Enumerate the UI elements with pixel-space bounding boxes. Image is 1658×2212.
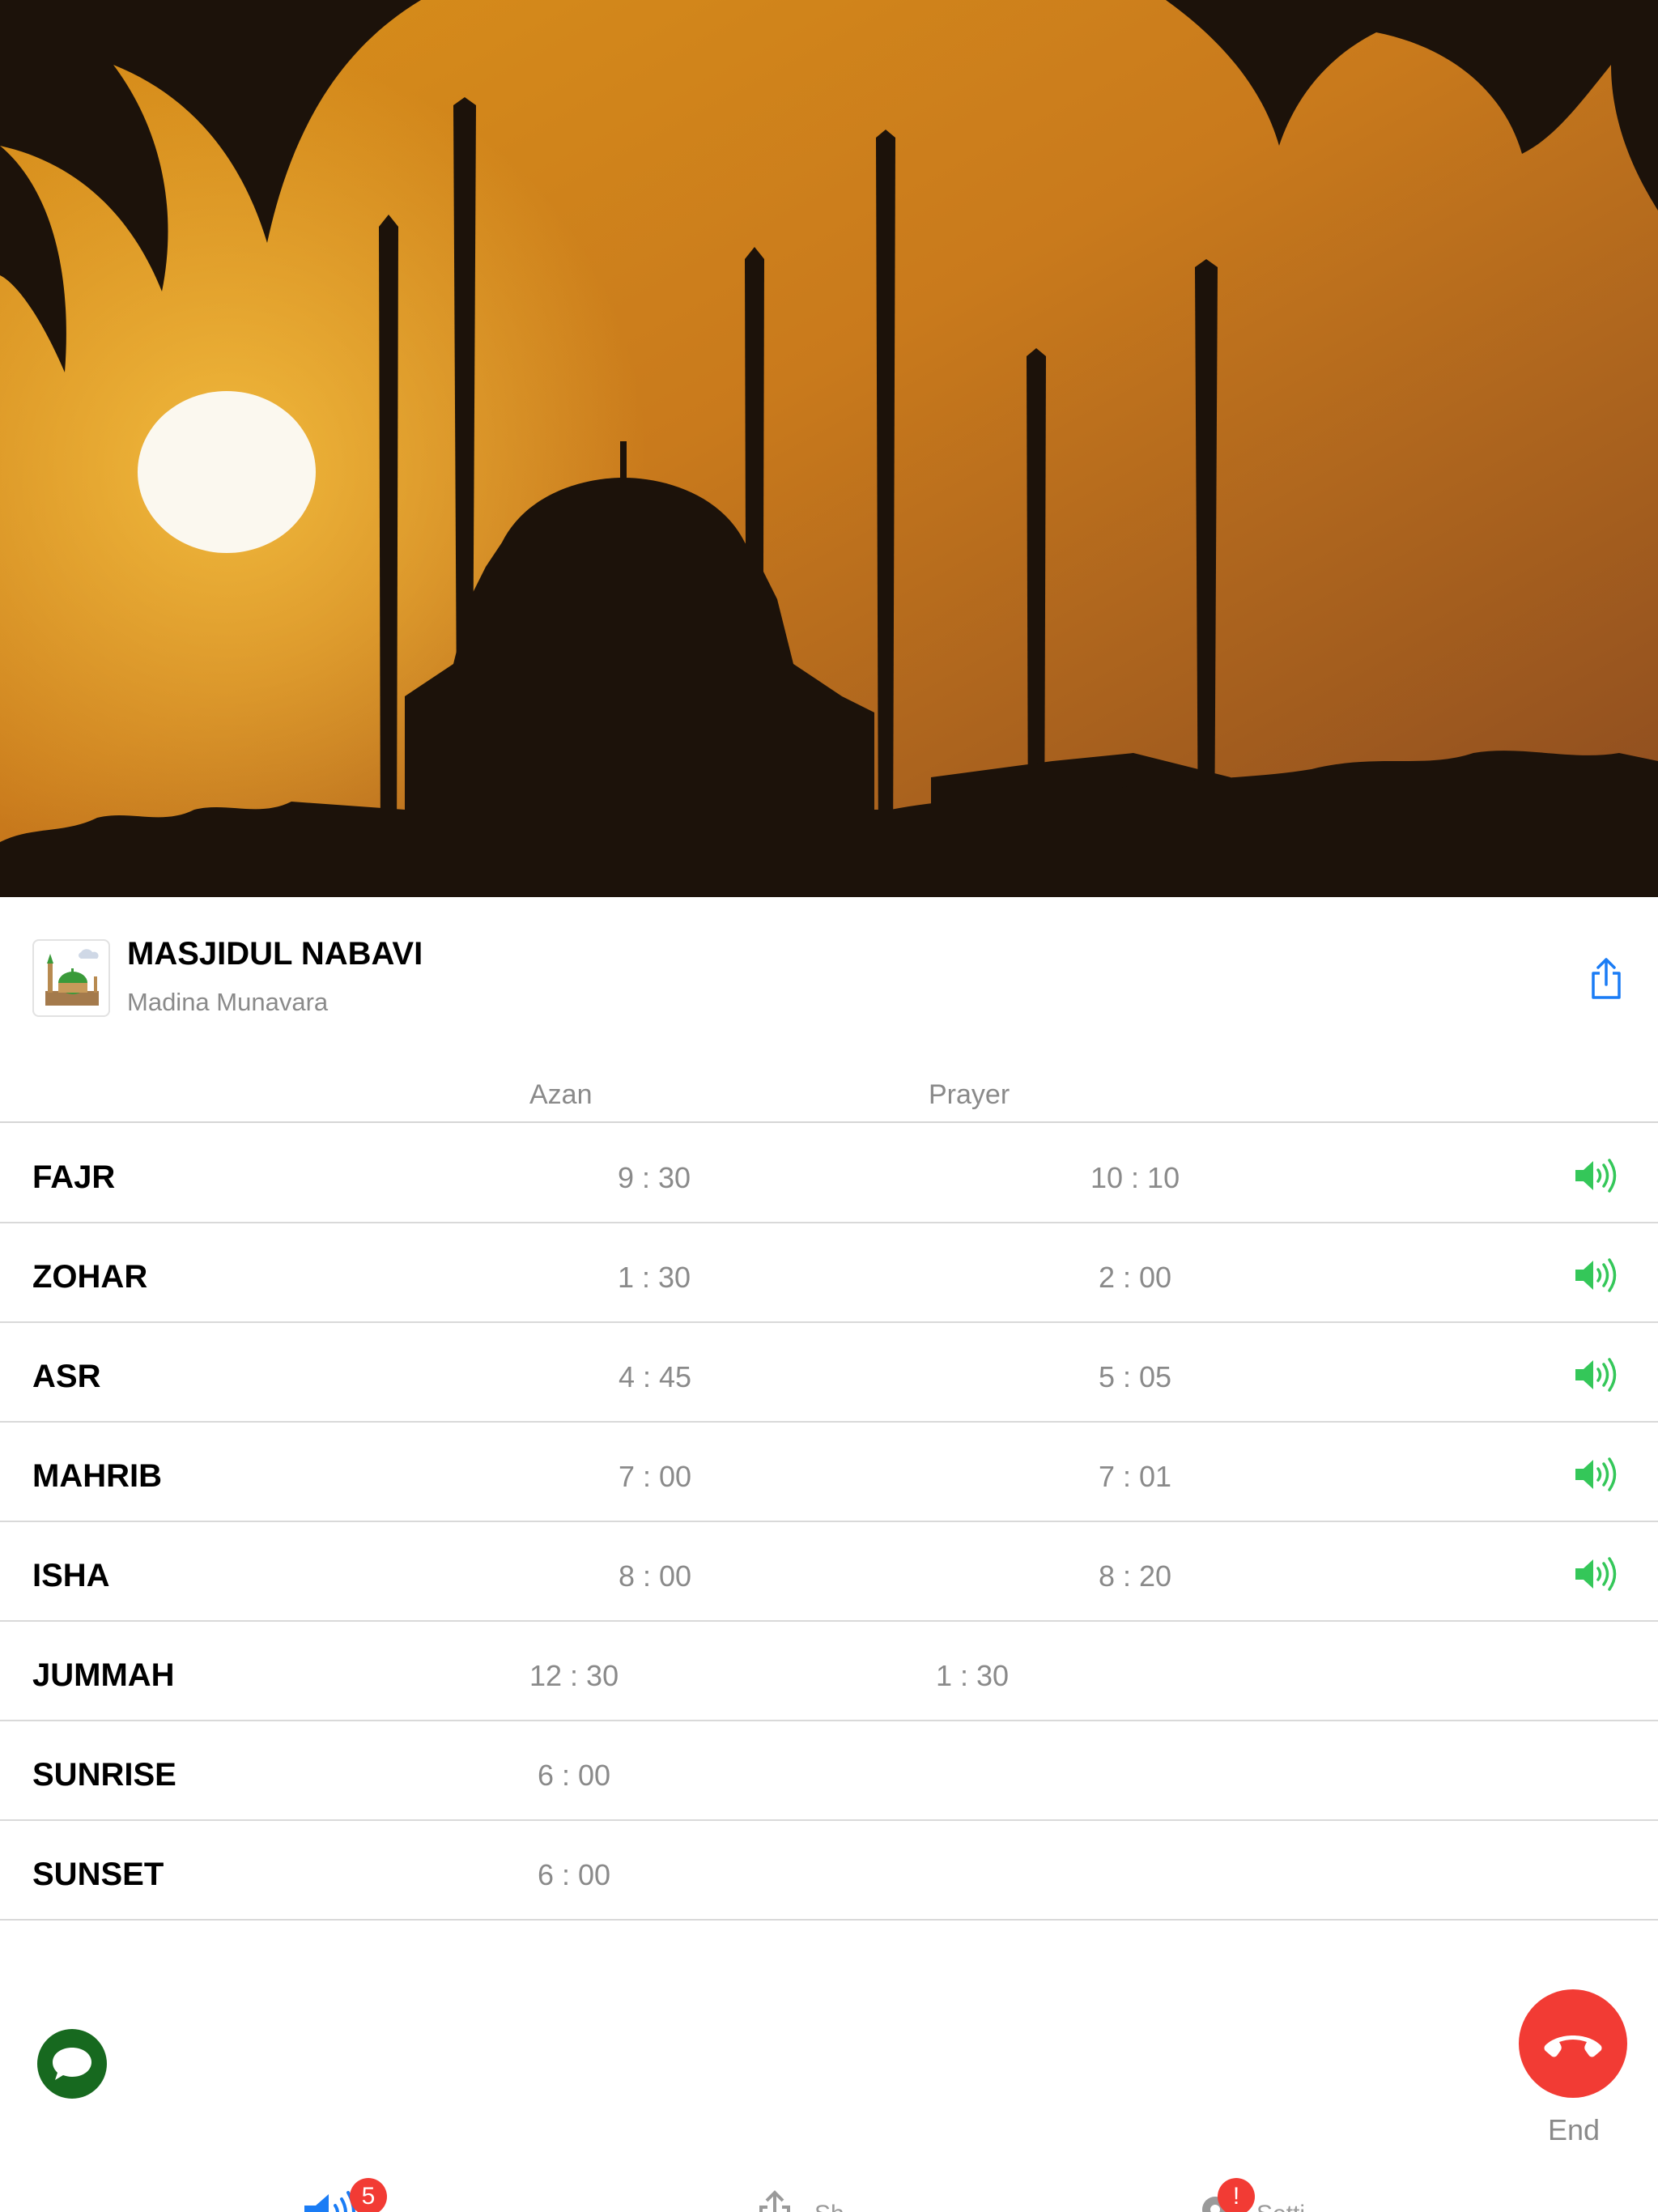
- prayer-row-sunrise: SUNRISE 6 : 00: [0, 1720, 1658, 1821]
- azan-alert-toggle[interactable]: [1574, 1357, 1621, 1393]
- prayer-row-sunset: SUNSET 6 : 00: [0, 1819, 1658, 1921]
- prayer-time: 1 : 30: [936, 1659, 1010, 1692]
- prayer-name: SUNSET: [32, 1857, 164, 1892]
- mosque-logo: [32, 939, 110, 1017]
- tab-settings[interactable]: ! Setti: [1193, 2178, 1355, 2212]
- share-icon: [1592, 958, 1621, 999]
- azan-time: 1 : 30: [618, 1261, 691, 1294]
- prayer-row-jummah: JUMMAH 12 : 30 1 : 30: [0, 1620, 1658, 1721]
- azan-alert-toggle[interactable]: [1574, 1257, 1621, 1293]
- chat-bubble-icon: [53, 2048, 91, 2080]
- azan-alert-toggle[interactable]: [1574, 1457, 1621, 1492]
- tab-azan[interactable]: 5: [300, 2178, 413, 2212]
- hero-image: [0, 0, 1658, 897]
- notification-badge: !: [1218, 2178, 1255, 2212]
- prayer-row-mahrib: MAHRIB 7 : 00 7 : 01: [0, 1421, 1658, 1522]
- speaker-icon: [1575, 1557, 1617, 1591]
- mosque-icon: [45, 949, 99, 1006]
- phone-hangup-icon: [1544, 2035, 1602, 2057]
- prayer-time: 5 : 05: [1099, 1360, 1172, 1393]
- azan-column-header: Azan: [529, 1079, 593, 1110]
- speaker-icon: [1575, 1358, 1617, 1392]
- azan-time: 12 : 30: [529, 1659, 619, 1692]
- share-button[interactable]: [1588, 957, 1624, 1001]
- chat-button[interactable]: [37, 2029, 107, 2099]
- prayer-time: 8 : 20: [1099, 1559, 1172, 1593]
- prayer-name: FAJR: [32, 1159, 116, 1195]
- end-call-label: End: [1548, 2113, 1601, 2146]
- mosque-location: Madina Munavara: [127, 988, 329, 1016]
- tab-share[interactable]: Sh: [755, 2178, 868, 2212]
- azan-time: 6 : 00: [538, 1858, 611, 1891]
- prayer-row-isha: ISHA 8 : 00 8 : 20: [0, 1521, 1658, 1622]
- tab-label: Sh: [814, 2201, 844, 2212]
- prayer-row-zohar: ZOHAR 1 : 30 2 : 00: [0, 1222, 1658, 1323]
- prayer-row-fajr: FAJR 9 : 30 10 : 10: [0, 1122, 1658, 1223]
- prayer-time: 2 : 00: [1099, 1261, 1172, 1294]
- azan-alert-toggle[interactable]: [1574, 1158, 1621, 1193]
- azan-time: 8 : 00: [619, 1559, 692, 1593]
- azan-alert-toggle[interactable]: [1574, 1556, 1621, 1592]
- speaker-icon: [1575, 1159, 1617, 1193]
- share-icon: [759, 2190, 790, 2212]
- prayer-name: ASR: [32, 1359, 101, 1394]
- prayer-name: SUNRISE: [32, 1757, 176, 1793]
- speaker-icon: [1575, 1457, 1617, 1491]
- prayer-time: 7 : 01: [1099, 1460, 1172, 1493]
- prayer-row-asr: ASR 4 : 45 5 : 05: [0, 1321, 1658, 1423]
- mosque-name: MASJIDUL NABAVI: [127, 936, 423, 972]
- azan-time: 6 : 00: [538, 1759, 611, 1792]
- speaker-icon: [1575, 1258, 1617, 1292]
- tab-bar: 5 Sh ! Setti: [0, 2178, 1658, 2212]
- azan-time: 7 : 00: [619, 1460, 692, 1493]
- notification-badge: 5: [350, 2178, 387, 2212]
- azan-time: 9 : 30: [618, 1161, 691, 1194]
- prayer-name: ZOHAR: [32, 1259, 148, 1295]
- prayer-time: 10 : 10: [1090, 1161, 1180, 1194]
- prayer-name: MAHRIB: [32, 1458, 162, 1494]
- mosque-header: MASJIDUL NABAVI Madina Munavara: [0, 897, 1658, 1035]
- prayer-name: ISHA: [32, 1558, 110, 1593]
- end-call-button[interactable]: [1519, 1989, 1627, 2098]
- tab-label: Setti: [1256, 2201, 1305, 2212]
- prayer-name: JUMMAH: [32, 1657, 175, 1693]
- azan-time: 4 : 45: [619, 1360, 692, 1393]
- prayer-column-header: Prayer: [929, 1079, 1010, 1110]
